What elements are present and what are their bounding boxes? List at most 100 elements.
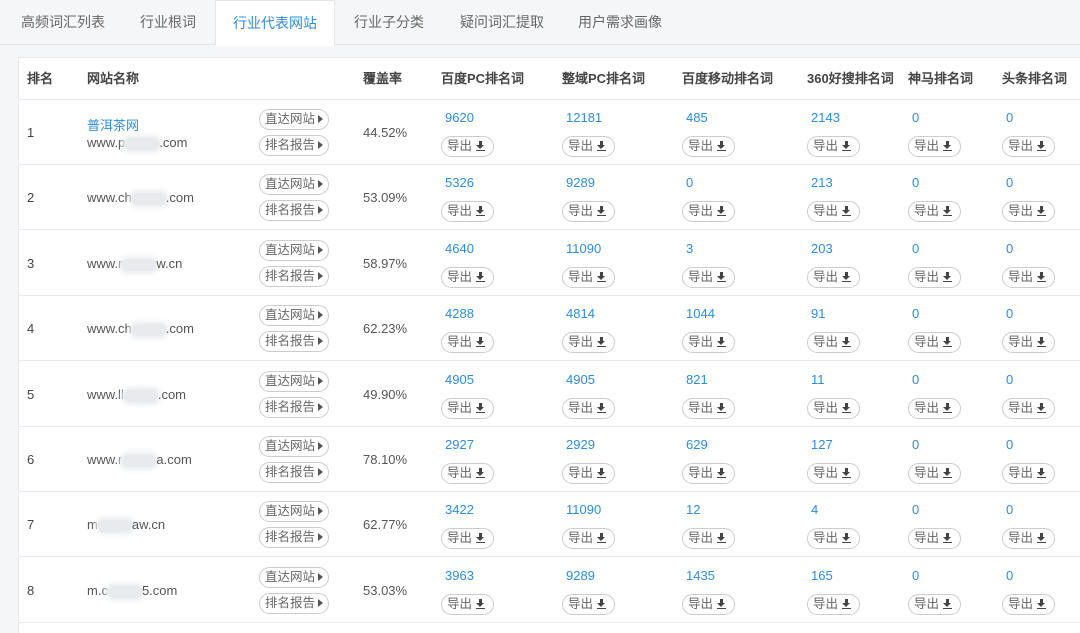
ranking-report-button[interactable]: 排名报告 (259, 593, 329, 614)
whole-domain-pc-count[interactable]: 11090 (566, 241, 601, 256)
visit-site-button[interactable]: 直达网站 (259, 174, 329, 195)
export-toutiao-button[interactable]: 导出 (1002, 594, 1055, 615)
360-haosou-count[interactable]: 2143 (811, 110, 840, 125)
toutiao-count[interactable]: 0 (1006, 437, 1013, 452)
export-baidu-pc-button[interactable]: 导出 (441, 201, 494, 222)
tab-question-words[interactable]: 疑问词汇提取 (442, 0, 562, 45)
tab-high-frequency-words[interactable]: 高频词汇列表 (4, 0, 122, 45)
shenma-count[interactable]: 0 (912, 372, 919, 387)
export-whole-domain-pc-button[interactable]: 导出 (562, 463, 615, 484)
ranking-report-button[interactable]: 排名报告 (259, 200, 329, 221)
export-whole-domain-pc-button[interactable]: 导出 (562, 201, 615, 222)
360-haosou-count[interactable]: 127 (811, 437, 833, 452)
baidu-mobile-count[interactable]: 485 (686, 110, 708, 125)
export-360-haosou-button[interactable]: 导出 (807, 594, 860, 615)
export-toutiao-button[interactable]: 导出 (1002, 267, 1055, 288)
visit-site-button[interactable]: 直达网站 (259, 305, 329, 326)
baidu-mobile-count[interactable]: 629 (686, 437, 708, 452)
visit-site-button[interactable]: 直达网站 (259, 240, 329, 261)
whole-domain-pc-count[interactable]: 4814 (566, 306, 595, 321)
ranking-report-button[interactable]: 排名报告 (259, 135, 329, 156)
export-baidu-pc-button[interactable]: 导出 (441, 528, 494, 549)
export-toutiao-button[interactable]: 导出 (1002, 528, 1055, 549)
export-baidu-pc-button[interactable]: 导出 (441, 332, 494, 353)
export-shenma-button[interactable]: 导出 (908, 398, 961, 419)
whole-domain-pc-count[interactable]: 4905 (566, 372, 595, 387)
whole-domain-pc-count[interactable]: 11090 (566, 502, 601, 517)
baidu-mobile-count[interactable]: 0 (686, 175, 693, 190)
export-toutiao-button[interactable]: 导出 (1002, 201, 1055, 222)
360-haosou-count[interactable]: 11 (811, 372, 825, 387)
toutiao-count[interactable]: 0 (1006, 306, 1013, 321)
export-toutiao-button[interactable]: 导出 (1002, 136, 1055, 157)
export-360-haosou-button[interactable]: 导出 (807, 463, 860, 484)
shenma-count[interactable]: 0 (912, 568, 919, 583)
baidu-pc-count[interactable]: 5326 (445, 175, 474, 190)
baidu-mobile-count[interactable]: 1044 (686, 306, 715, 321)
export-360-haosou-button[interactable]: 导出 (807, 201, 860, 222)
toutiao-count[interactable]: 0 (1006, 175, 1013, 190)
ranking-report-button[interactable]: 排名报告 (259, 527, 329, 548)
export-shenma-button[interactable]: 导出 (908, 528, 961, 549)
360-haosou-count[interactable]: 165 (811, 568, 833, 583)
baidu-mobile-count[interactable]: 12 (686, 502, 700, 517)
360-haosou-count[interactable]: 213 (811, 175, 833, 190)
export-shenma-button[interactable]: 导出 (908, 332, 961, 353)
export-baidu-mobile-button[interactable]: 导出 (682, 332, 735, 353)
shenma-count[interactable]: 0 (912, 306, 919, 321)
export-baidu-mobile-button[interactable]: 导出 (682, 267, 735, 288)
baidu-pc-count[interactable]: 4905 (445, 372, 474, 387)
export-toutiao-button[interactable]: 导出 (1002, 332, 1055, 353)
360-haosou-count[interactable]: 4 (811, 502, 818, 517)
whole-domain-pc-count[interactable]: 9289 (566, 568, 595, 583)
export-whole-domain-pc-button[interactable]: 导出 (562, 528, 615, 549)
site-name-link[interactable]: 普洱茶网 (87, 115, 139, 134)
export-baidu-pc-button[interactable]: 导出 (441, 594, 494, 615)
ranking-report-button[interactable]: 排名报告 (259, 331, 329, 352)
toutiao-count[interactable]: 0 (1006, 568, 1013, 583)
export-360-haosou-button[interactable]: 导出 (807, 136, 860, 157)
baidu-pc-count[interactable]: 3422 (445, 502, 474, 517)
toutiao-count[interactable]: 0 (1006, 372, 1013, 387)
baidu-pc-count[interactable]: 9620 (445, 110, 474, 125)
baidu-pc-count[interactable]: 4640 (445, 241, 474, 256)
export-toutiao-button[interactable]: 导出 (1002, 398, 1055, 419)
export-360-haosou-button[interactable]: 导出 (807, 398, 860, 419)
tab-industry-representative-sites[interactable]: 行业代表网站 (215, 0, 335, 46)
export-shenma-button[interactable]: 导出 (908, 136, 961, 157)
export-baidu-pc-button[interactable]: 导出 (441, 398, 494, 419)
export-baidu-mobile-button[interactable]: 导出 (682, 201, 735, 222)
export-shenma-button[interactable]: 导出 (908, 594, 961, 615)
export-baidu-mobile-button[interactable]: 导出 (682, 594, 735, 615)
visit-site-button[interactable]: 直达网站 (259, 436, 329, 457)
visit-site-button[interactable]: 直达网站 (259, 371, 329, 392)
baidu-mobile-count[interactable]: 821 (686, 372, 708, 387)
shenma-count[interactable]: 0 (912, 110, 919, 125)
export-baidu-pc-button[interactable]: 导出 (441, 463, 494, 484)
baidu-mobile-count[interactable]: 3 (686, 241, 693, 256)
ranking-report-button[interactable]: 排名报告 (259, 397, 329, 418)
tab-user-demand-profile[interactable]: 用户需求画像 (562, 0, 678, 45)
visit-site-button[interactable]: 直达网站 (259, 567, 329, 588)
export-shenma-button[interactable]: 导出 (908, 267, 961, 288)
shenma-count[interactable]: 0 (912, 502, 919, 517)
export-whole-domain-pc-button[interactable]: 导出 (562, 594, 615, 615)
export-360-haosou-button[interactable]: 导出 (807, 528, 860, 549)
360-haosou-count[interactable]: 91 (811, 306, 825, 321)
export-toutiao-button[interactable]: 导出 (1002, 463, 1055, 484)
export-baidu-pc-button[interactable]: 导出 (441, 136, 494, 157)
toutiao-count[interactable]: 0 (1006, 241, 1013, 256)
export-shenma-button[interactable]: 导出 (908, 463, 961, 484)
toutiao-count[interactable]: 0 (1006, 110, 1013, 125)
baidu-pc-count[interactable]: 3963 (445, 568, 474, 583)
export-whole-domain-pc-button[interactable]: 导出 (562, 332, 615, 353)
export-whole-domain-pc-button[interactable]: 导出 (562, 398, 615, 419)
baidu-mobile-count[interactable]: 1435 (686, 568, 715, 583)
export-baidu-pc-button[interactable]: 导出 (441, 267, 494, 288)
shenma-count[interactable]: 0 (912, 241, 919, 256)
baidu-pc-count[interactable]: 2927 (445, 437, 474, 452)
export-360-haosou-button[interactable]: 导出 (807, 332, 860, 353)
whole-domain-pc-count[interactable]: 12181 (566, 110, 602, 125)
shenma-count[interactable]: 0 (912, 437, 919, 452)
ranking-report-button[interactable]: 排名报告 (259, 462, 329, 483)
